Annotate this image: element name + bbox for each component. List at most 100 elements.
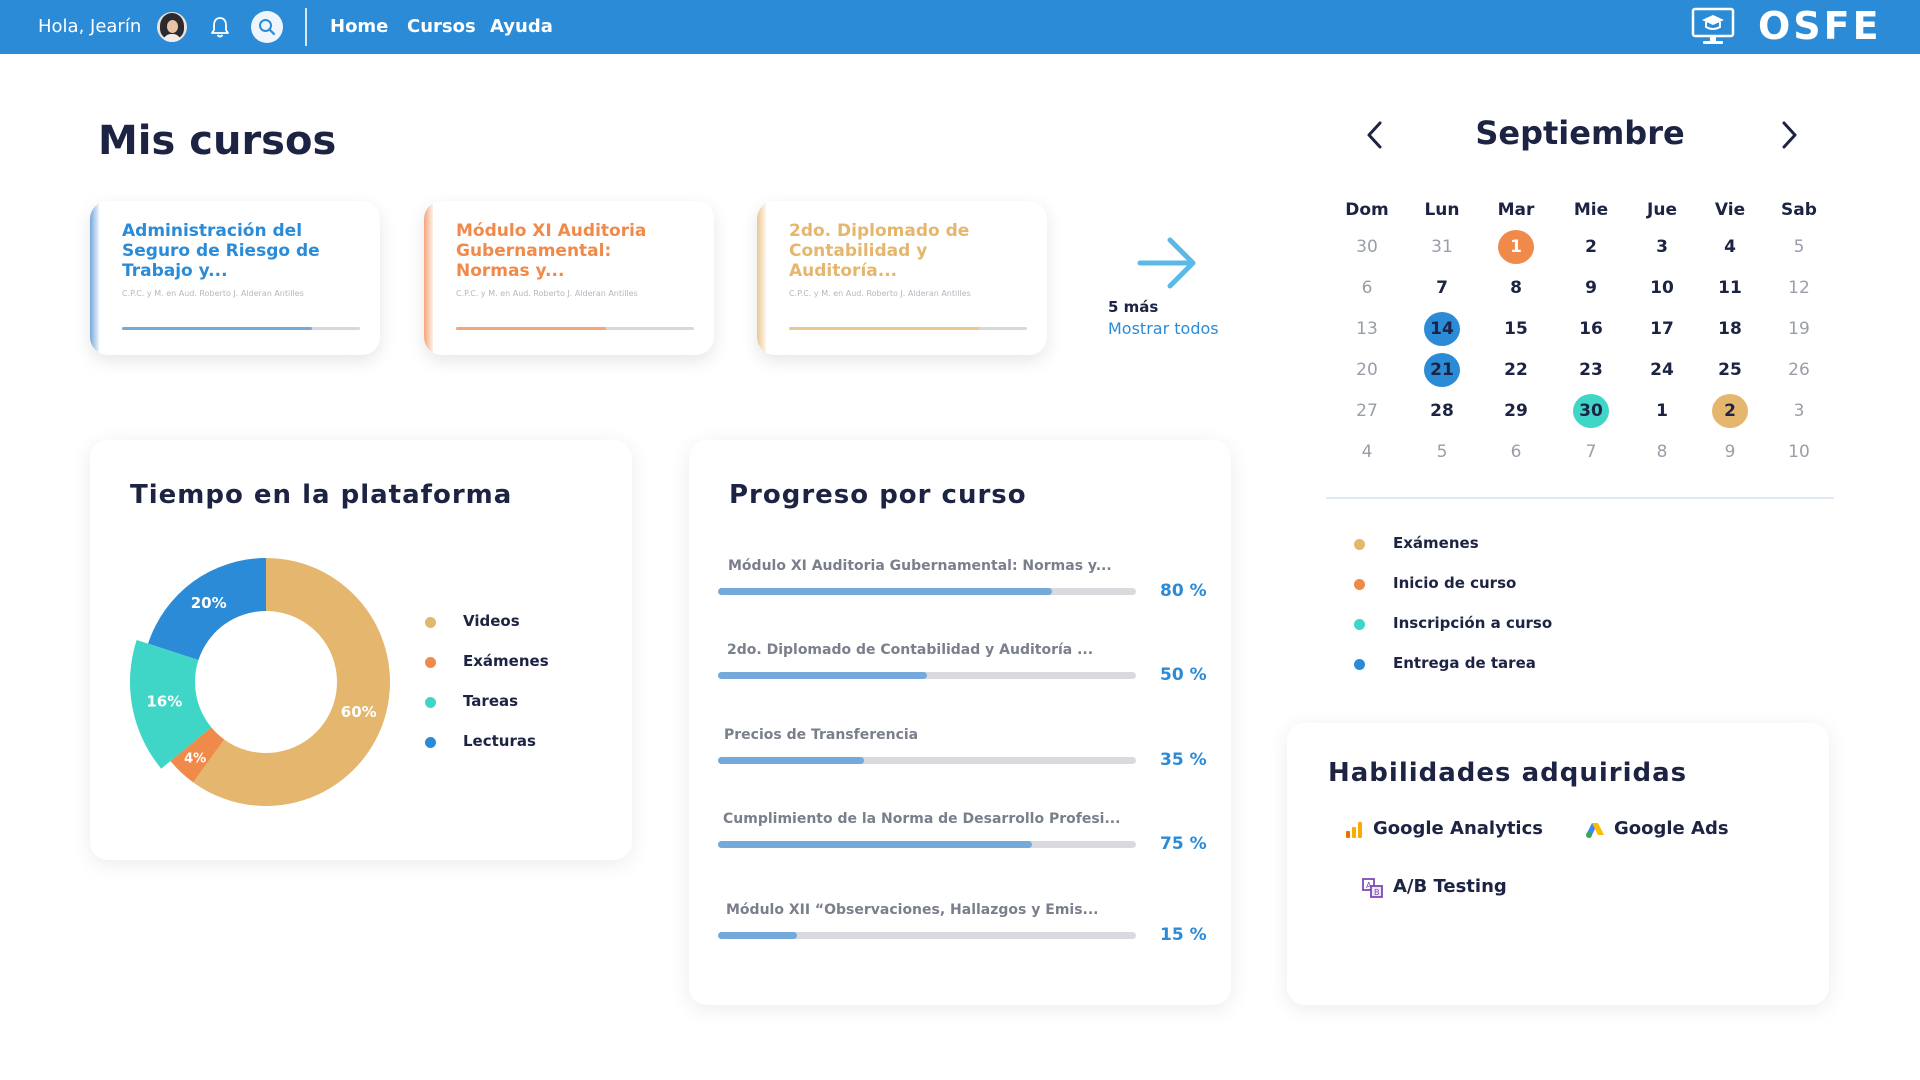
calendar-day[interactable]: 2 [1573, 230, 1609, 264]
calendar-day[interactable]: 9 [1712, 435, 1748, 469]
legend-dot-inscripcion [1354, 619, 1365, 630]
calendar-day[interactable]: 4 [1349, 435, 1385, 469]
card-accent [424, 201, 433, 355]
calendar-day[interactable]: 21 [1424, 353, 1460, 387]
calendar-day[interactable]: 5 [1424, 435, 1460, 469]
legend-dot-examenes [425, 657, 436, 668]
progress-track [718, 757, 1136, 764]
calendar-day[interactable]: 6 [1498, 435, 1534, 469]
calendar-divider [1326, 497, 1834, 499]
calendar-day[interactable]: 15 [1498, 312, 1534, 346]
progress-fill [718, 757, 865, 764]
calendar-day[interactable]: 4 [1712, 230, 1748, 264]
skill-ab-testing[interactable]: A/B Testing [1393, 876, 1507, 897]
course-card[interactable]: Módulo XI Auditoria Gubernamental: Norma… [424, 201, 714, 355]
chevron-left-icon[interactable] [1360, 118, 1390, 152]
calendar-day[interactable]: 19 [1781, 312, 1817, 346]
time-donut-chart: 60% 4% 16% 20% [130, 558, 390, 806]
calendar-day[interactable]: 14 [1424, 312, 1460, 346]
top-bar: Hola, Jearín Home Cursos Ayuda OSFE [0, 0, 1920, 54]
calendar-day[interactable]: 17 [1644, 312, 1680, 346]
nav-home[interactable]: Home [330, 16, 388, 37]
calendar-day[interactable]: 10 [1781, 435, 1817, 469]
legend-label: Tareas [463, 692, 519, 710]
google-analytics-icon [1346, 822, 1362, 838]
calendar-day[interactable]: 30 [1573, 394, 1609, 428]
course-teacher: C.P.C. y M. en Aud. Roberto J. Alderan A… [789, 289, 971, 298]
calendar-day[interactable]: 1 [1498, 230, 1534, 264]
calendar-day[interactable]: 22 [1498, 353, 1534, 387]
calendar-day[interactable]: 23 [1573, 353, 1609, 387]
legend-dot-tareas [425, 697, 436, 708]
course-title: 2do. Diplomado de Contabilidad y Auditor… [789, 221, 970, 281]
progress-track [718, 588, 1136, 595]
calendar-day[interactable]: 13 [1349, 312, 1385, 346]
nav-cursos[interactable]: Cursos [407, 16, 476, 37]
search-button[interactable] [251, 11, 283, 43]
nav-ayuda[interactable]: Ayuda [490, 16, 553, 37]
calendar-day[interactable]: 29 [1498, 394, 1534, 428]
skill-google-analytics[interactable]: Google Analytics [1373, 818, 1543, 839]
calendar-day[interactable]: 6 [1349, 271, 1385, 305]
course-card[interactable]: 2do. Diplomado de Contabilidad y Auditor… [757, 201, 1047, 355]
calendar-day[interactable]: 8 [1644, 435, 1680, 469]
calendar-weekday: Sab [1781, 200, 1817, 220]
progress-percent: 50 % [1160, 665, 1207, 685]
calendar-day[interactable]: 28 [1424, 394, 1460, 428]
calendar-day[interactable]: 1 [1644, 394, 1680, 428]
arrow-right-icon[interactable] [1136, 232, 1198, 294]
calendar-day[interactable]: 7 [1573, 435, 1609, 469]
google-ads-icon [1586, 823, 1604, 838]
progress-track [718, 932, 1136, 939]
calendar-day[interactable]: 31 [1424, 230, 1460, 264]
course-teacher: C.P.C. y M. en Aud. Roberto J. Alderan A… [456, 289, 638, 298]
calendar-day[interactable]: 5 [1781, 230, 1817, 264]
calendar-day[interactable]: 26 [1781, 353, 1817, 387]
calendar-day[interactable]: 11 [1712, 271, 1748, 305]
calendar-day[interactable]: 12 [1781, 271, 1817, 305]
course-progress-fill [456, 327, 606, 330]
course-progress-fill [122, 327, 313, 330]
calendar-day[interactable]: 3 [1644, 230, 1680, 264]
progress-fill [718, 672, 927, 679]
progress-course-label: Módulo XII “Observaciones, Hallazgos y E… [726, 902, 1099, 918]
calendar-legend-label: Inicio de curso [1393, 574, 1517, 592]
calendar-legend-label: Entrega de tarea [1393, 654, 1536, 672]
calendar-weekday: Mie [1573, 200, 1609, 220]
progress-course-label: Módulo XI Auditoria Gubernamental: Norma… [728, 558, 1112, 574]
avatar[interactable] [157, 12, 187, 42]
donut-slice-label: 60% [341, 703, 377, 721]
calendar-day[interactable]: 10 [1644, 271, 1680, 305]
calendar-day[interactable]: 18 [1712, 312, 1748, 346]
show-all-link[interactable]: Mostrar todos [1108, 319, 1219, 338]
course-progress-track [456, 327, 694, 330]
calendar-day[interactable]: 27 [1349, 394, 1385, 428]
bell-icon[interactable] [209, 15, 231, 39]
progress-course-label: Precios de Transferencia [724, 727, 919, 743]
course-title: Módulo XI Auditoria Gubernamental: Norma… [456, 221, 647, 281]
calendar-day[interactable]: 16 [1573, 312, 1609, 346]
chevron-right-icon[interactable] [1774, 118, 1804, 152]
page-title: Mis cursos [98, 118, 337, 164]
calendar-weekday: Dom [1345, 200, 1389, 220]
calendar-day[interactable]: 8 [1498, 271, 1534, 305]
card-accent [90, 201, 99, 355]
legend-dot-videos [425, 617, 436, 628]
calendar-day[interactable]: 20 [1349, 353, 1385, 387]
calendar-day[interactable]: 7 [1424, 271, 1460, 305]
course-card[interactable]: Administración del Seguro de Riesgo de T… [90, 201, 380, 355]
calendar-day[interactable]: 3 [1781, 394, 1817, 428]
course-teacher: C.P.C. y M. en Aud. Roberto J. Alderan A… [122, 289, 304, 298]
calendar-day[interactable]: 9 [1573, 271, 1609, 305]
progress-percent: 80 % [1160, 581, 1207, 601]
donut-slice-label: 20% [191, 594, 227, 612]
skill-google-ads[interactable]: Google Ads [1614, 818, 1729, 839]
calendar-day[interactable]: 24 [1644, 353, 1680, 387]
brand-logo-text[interactable]: OSFE [1758, 4, 1882, 48]
progress-track [718, 841, 1136, 848]
calendar-day[interactable]: 25 [1712, 353, 1748, 387]
calendar-day[interactable]: 2 [1712, 394, 1748, 428]
calendar-day[interactable]: 30 [1349, 230, 1385, 264]
progress-panel-title: Progreso por curso [729, 480, 1027, 510]
course-progress-track [122, 327, 360, 330]
